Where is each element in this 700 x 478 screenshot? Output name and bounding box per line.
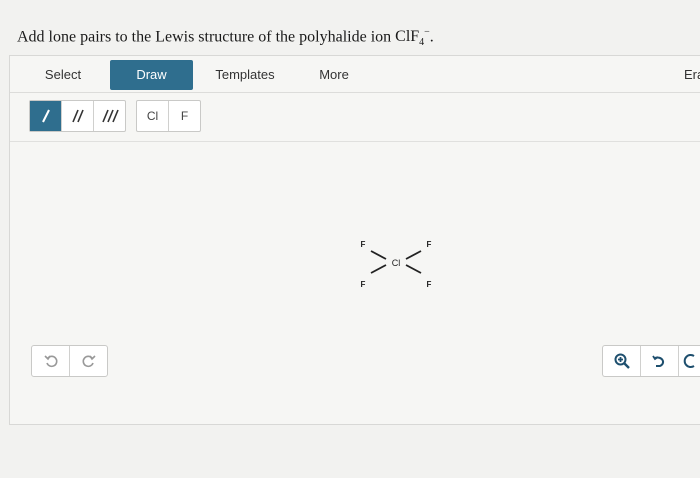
triple-bond-icon bbox=[101, 109, 119, 123]
undo-button[interactable] bbox=[32, 346, 70, 376]
tab-select[interactable]: Select bbox=[38, 58, 88, 92]
redo-icon bbox=[82, 355, 96, 368]
reset-view-icon bbox=[651, 355, 664, 367]
atom-cl-button[interactable]: Cl bbox=[137, 101, 169, 131]
double-bond-button[interactable] bbox=[62, 101, 94, 131]
single-bond-icon bbox=[41, 109, 50, 123]
atom-center[interactable]: Cl bbox=[392, 258, 401, 268]
tab-more[interactable]: More bbox=[314, 58, 354, 92]
bond-top-right[interactable] bbox=[405, 250, 422, 260]
undo-icon bbox=[43, 355, 57, 368]
question-text: Add lone pairs to the Lewis structure of… bbox=[17, 28, 392, 46]
atom-tool-group: Cl F bbox=[136, 100, 201, 132]
reset-view-button[interactable] bbox=[641, 346, 679, 376]
tab-draw[interactable]: Draw bbox=[110, 60, 193, 90]
ion-formula: ClF4− bbox=[395, 27, 430, 49]
zoom-in-button[interactable] bbox=[603, 346, 641, 376]
tab-templates[interactable]: Templates bbox=[210, 58, 280, 92]
question-prompt: Add lone pairs to the Lewis structure of… bbox=[17, 27, 434, 49]
toolbar-divider bbox=[10, 141, 700, 142]
atom-top-right[interactable]: F bbox=[427, 240, 432, 249]
drawing-panel: Select Draw Templates More Era Cl F Cl F… bbox=[9, 55, 700, 425]
history-tool-group bbox=[31, 345, 108, 377]
clear-button[interactable] bbox=[679, 346, 700, 376]
tab-erase[interactable]: Era bbox=[684, 58, 700, 92]
clear-icon bbox=[683, 354, 695, 368]
atom-bottom-left[interactable]: F bbox=[361, 280, 366, 289]
triple-bond-button[interactable] bbox=[94, 101, 125, 131]
bond-tool-group bbox=[29, 100, 126, 132]
view-tool-group bbox=[602, 345, 700, 377]
bond-bottom-right[interactable] bbox=[405, 264, 422, 274]
bond-bottom-left[interactable] bbox=[370, 264, 387, 274]
double-bond-icon bbox=[71, 109, 84, 123]
single-bond-button[interactable] bbox=[30, 101, 62, 131]
atom-top-left[interactable]: F bbox=[361, 240, 366, 249]
atom-bottom-right[interactable]: F bbox=[427, 280, 432, 289]
bond-top-left[interactable] bbox=[370, 250, 387, 260]
zoom-in-icon bbox=[614, 353, 630, 369]
atom-f-button[interactable]: F bbox=[169, 101, 200, 131]
redo-button[interactable] bbox=[70, 346, 107, 376]
mode-toolbar: Select Draw Templates More Era bbox=[10, 56, 700, 93]
lewis-structure[interactable]: Cl F F F F bbox=[343, 231, 443, 301]
